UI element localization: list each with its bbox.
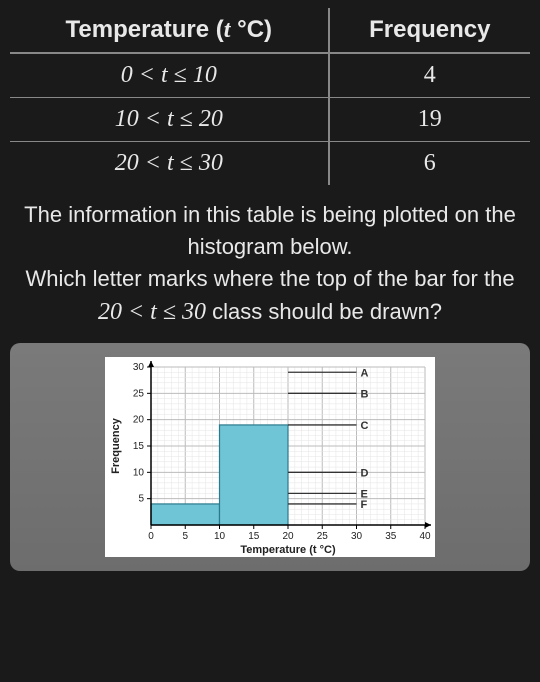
x-axis-label: Temperature (t °C) bbox=[240, 544, 336, 556]
header-temperature-text: Temperature (t °C) bbox=[66, 16, 273, 43]
y-tick-label: 10 bbox=[133, 468, 145, 479]
question-line2-post: class should be drawn? bbox=[212, 299, 442, 324]
x-tick-label: 35 bbox=[385, 531, 397, 542]
cell-freq: 19 bbox=[329, 98, 530, 142]
marker-label: A bbox=[361, 368, 369, 380]
table-row: 10 < t ≤ 20 19 bbox=[10, 98, 530, 142]
cell-range: 10 < t ≤ 20 bbox=[10, 98, 329, 142]
x-tick-label: 30 bbox=[351, 531, 363, 542]
marker-label: B bbox=[361, 389, 369, 401]
frequency-table: Temperature (t °C) Frequency 0 < t ≤ 10 … bbox=[10, 8, 530, 185]
question-line2-pre: Which letter marks where the top of the … bbox=[25, 266, 514, 291]
table-row: 0 < t ≤ 10 4 bbox=[10, 53, 530, 98]
y-tick-label: 25 bbox=[133, 389, 145, 400]
chart-svg: ABCDEF051015202530354051015202530Tempera… bbox=[105, 357, 435, 557]
x-tick-label: 25 bbox=[317, 531, 329, 542]
question-range: 20 < t ≤ 30 bbox=[98, 299, 206, 325]
question-text: The information in this table is being p… bbox=[10, 195, 530, 343]
y-tick-label: 20 bbox=[133, 415, 145, 426]
x-tick-label: 15 bbox=[248, 531, 260, 542]
marker-label: C bbox=[361, 420, 369, 432]
histogram-bar bbox=[151, 504, 220, 525]
y-tick-label: 5 bbox=[138, 494, 144, 505]
cell-freq: 4 bbox=[329, 53, 530, 98]
chart-panel: ABCDEF051015202530354051015202530Tempera… bbox=[10, 343, 530, 571]
y-axis-label: Frequency bbox=[110, 418, 122, 475]
y-tick-label: 15 bbox=[133, 441, 145, 452]
x-tick-label: 10 bbox=[214, 531, 226, 542]
x-tick-label: 0 bbox=[148, 531, 154, 542]
header-frequency: Frequency bbox=[329, 8, 530, 53]
histogram-chart: ABCDEF051015202530354051015202530Tempera… bbox=[105, 357, 435, 557]
table-row: 20 < t ≤ 30 6 bbox=[10, 142, 530, 186]
x-tick-label: 5 bbox=[182, 531, 188, 542]
histogram-bar bbox=[220, 425, 289, 525]
header-temperature: Temperature (t °C) bbox=[10, 8, 329, 53]
cell-range: 0 < t ≤ 10 bbox=[10, 53, 329, 98]
x-tick-label: 40 bbox=[419, 531, 431, 542]
cell-freq: 6 bbox=[329, 142, 530, 186]
cell-range: 20 < t ≤ 30 bbox=[10, 142, 329, 186]
marker-label: F bbox=[361, 499, 368, 511]
question-line1: The information in this table is being p… bbox=[24, 202, 516, 259]
y-tick-label: 30 bbox=[133, 362, 145, 373]
marker-label: D bbox=[361, 468, 369, 480]
x-tick-label: 20 bbox=[282, 531, 294, 542]
